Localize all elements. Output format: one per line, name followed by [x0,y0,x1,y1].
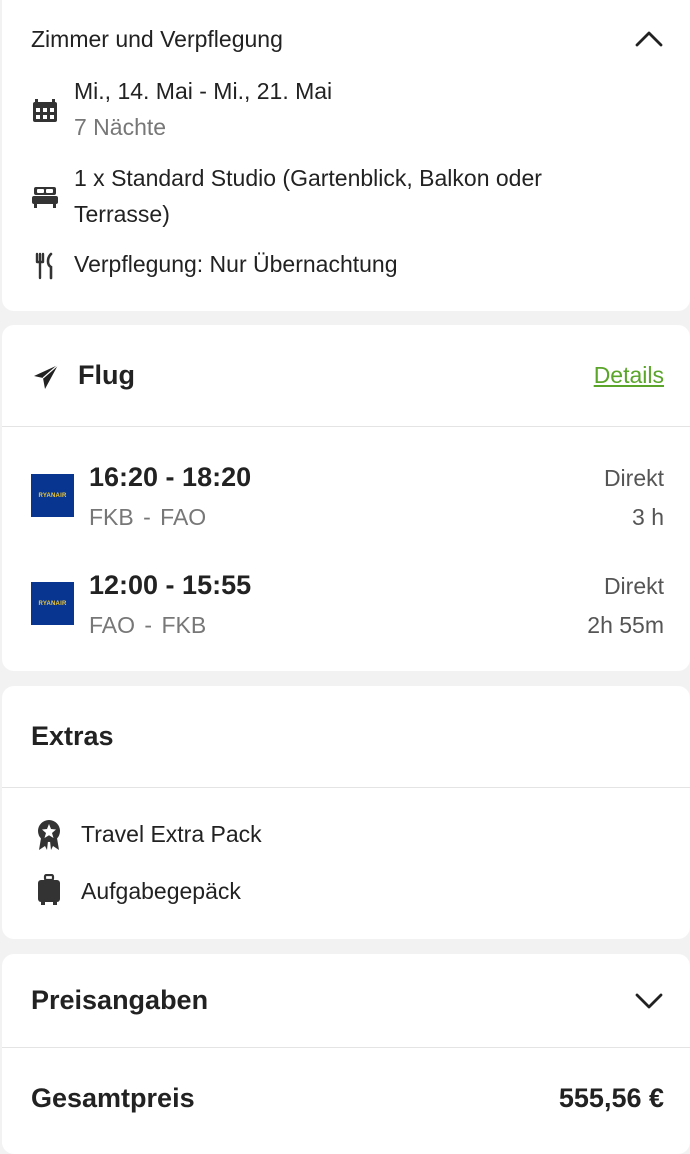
flight-details-link[interactable]: Details [594,362,664,389]
extras-title: Extras [31,721,114,751]
board-type: Verpflegung: Nur Übernachtung [74,251,398,277]
airline-name: RYANAIR [38,492,67,499]
price-info-title[interactable]: Preisangaben [31,985,208,1016]
total-price-label: Gesamtpreis [31,1083,195,1113]
room-board-title: Zimmer und Verpflegung [31,26,283,52]
flight-type: Direkt [603,465,664,491]
flight-times: 12:00 - 15:55 [89,570,252,600]
flight-type: Direkt [603,573,664,599]
extra-item-label: Travel Extra Pack [81,821,262,847]
bed-icon [32,187,58,208]
divider [2,787,690,788]
chevron-up-icon[interactable] [634,28,664,50]
airline-logo: RYANAIR [31,474,74,517]
stay-nights: 7 Nächte [74,114,167,140]
flight-route: FKB - FAO [89,504,207,530]
badge-icon [38,820,60,850]
room-type-line1: 1 x Standard Studio (Gartenblick, Balkon… [74,165,542,191]
airline-logo: RYANAIR [31,582,74,625]
cutlery-icon [35,252,53,280]
room-board-card: Zimmer und Verpflegung Mi., 14. Mai - Mi… [2,0,690,311]
room-type-line2: Terrasse) [74,201,170,227]
total-price-value: 555,56 € [558,1083,664,1113]
extra-item-label: Aufgabegepäck [81,878,241,904]
airline-name: RYANAIR [38,600,67,607]
divider [2,426,690,427]
flight-duration: 3 h [632,504,664,530]
flight-title: Flug [78,360,135,390]
flight-duration: 2h 55m [587,612,664,638]
calendar-icon [33,99,57,122]
plane-icon [34,364,59,389]
suitcase-icon [38,874,60,905]
flight-route: FAO - FKB [89,612,207,638]
price-card: Preisangaben Gesamtpreis 555,56 € [2,954,690,1154]
divider [2,1047,690,1048]
flight-times: 16:20 - 18:20 [89,462,252,492]
flight-card: Flug Details RYANAIR 16:20 - 18:20 FKB -… [2,325,690,671]
stay-dates: Mi., 14. Mai - Mi., 21. Mai [74,78,333,104]
chevron-down-icon[interactable] [634,990,664,1012]
extras-card: Extras Travel Extra Pack Aufgabegepäck [2,686,690,939]
